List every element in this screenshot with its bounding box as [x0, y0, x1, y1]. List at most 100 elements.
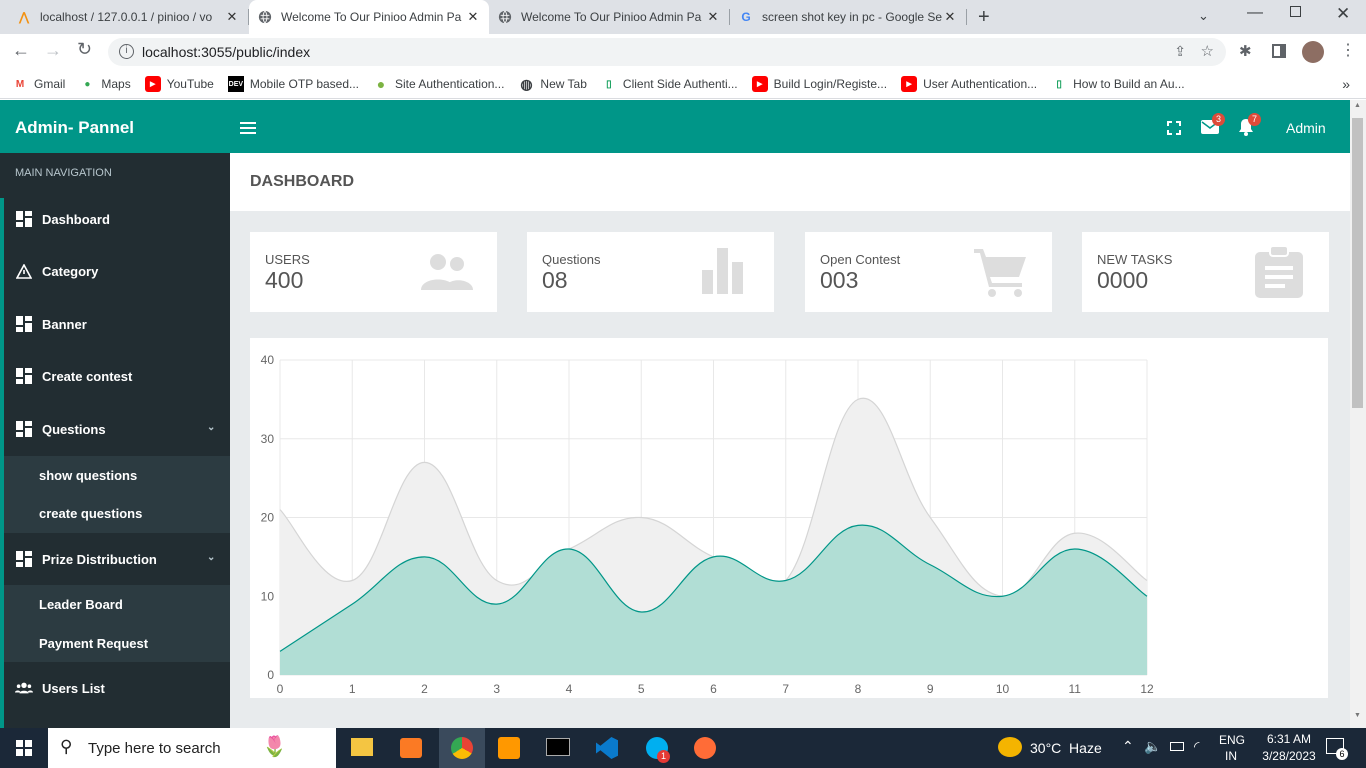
stat-card-open-contest[interactable]: Open Contest 003	[805, 232, 1052, 312]
close-icon[interactable]: ✕	[465, 9, 481, 25]
language-line-1[interactable]: ENG	[1219, 733, 1245, 747]
page-scrollbar[interactable]: ▲ ▼	[1350, 100, 1366, 728]
stat-label: USERS	[265, 252, 310, 267]
xampp-icon[interactable]	[400, 738, 422, 758]
sidebar-item-category[interactable]: Category	[0, 253, 230, 289]
tab-search-icon[interactable]: ⌄	[1198, 8, 1209, 24]
hamburger-icon[interactable]	[240, 122, 256, 134]
wifi-icon[interactable]: ◜	[1194, 738, 1199, 755]
new-tab-button[interactable]: +	[978, 6, 990, 29]
sidebar-subitem-leader-board[interactable]: Leader Board	[0, 586, 230, 622]
sublime-icon[interactable]	[498, 737, 520, 759]
bookmark-dev[interactable]: DEV Mobile OTP based...	[227, 76, 359, 92]
more-bookmarks-button[interactable]: »	[1342, 76, 1350, 92]
bookmark-how-to-build[interactable]: ▯ How to Build an Au...	[1051, 76, 1184, 92]
forward-arrow-icon[interactable]: →	[44, 40, 62, 61]
sidebar-item-label: Category	[42, 263, 99, 279]
profile-avatar[interactable]	[1302, 41, 1324, 63]
chevron-down-icon[interactable]: ⌄	[207, 422, 215, 433]
bookmark-youtube[interactable]: ▶ YouTube	[144, 76, 214, 92]
browser-tab-2[interactable]: Welcome To Our Pinioo Admin Pa ✕	[249, 0, 489, 34]
restore-button[interactable]	[1290, 6, 1301, 17]
bookmark-build-login[interactable]: ▶ Build Login/Registe...	[751, 76, 887, 92]
chevron-down-icon[interactable]: ⌄	[207, 552, 215, 563]
minimize-button[interactable]: —	[1247, 4, 1263, 22]
tray-chevron-icon[interactable]: ⌃	[1122, 738, 1134, 755]
browser-tab-3[interactable]: Welcome To Our Pinioo Admin Pa ✕	[489, 0, 729, 34]
clock-date[interactable]: 3/28/2023	[1254, 749, 1324, 763]
x-tick-label: 10	[996, 682, 1010, 696]
chrome-taskbar-active[interactable]	[439, 728, 485, 768]
close-window-button[interactable]: ✕	[1336, 4, 1350, 24]
back-arrow-icon[interactable]: ←	[12, 40, 30, 61]
sidebar-subitem-create-questions[interactable]: create questions	[0, 495, 230, 531]
volume-icon[interactable]: 🔈	[1144, 738, 1161, 755]
sidebar-item-dashboard[interactable]: Dashboard	[0, 201, 230, 237]
weather-text[interactable]: 30°C Haze	[1030, 740, 1102, 756]
weather-icon	[998, 737, 1022, 757]
bookmark-new-tab[interactable]: ◍ New Tab	[518, 76, 587, 92]
windows-start-icon[interactable]	[16, 740, 32, 761]
bookmark-client-auth[interactable]: ▯ Client Side Authenti...	[601, 76, 738, 92]
info-icon[interactable]: i	[119, 44, 134, 59]
battery-icon[interactable]	[1170, 742, 1184, 751]
terminal-icon[interactable]	[546, 738, 570, 756]
postman-icon[interactable]	[694, 737, 716, 759]
search-icon: ⚲	[60, 737, 73, 756]
clipboard-icon	[1255, 245, 1303, 303]
scrollbar-thumb[interactable]	[1352, 118, 1363, 408]
bookmark-site-auth[interactable]: ● Site Authentication...	[373, 76, 505, 92]
bookmark-label: Gmail	[34, 77, 66, 91]
close-icon[interactable]: ✕	[224, 9, 240, 25]
globe-icon	[257, 9, 273, 25]
side-panel-icon[interactable]	[1272, 44, 1286, 58]
main-content: DASHBOARD USERS 400 Questions 08 Open Co…	[230, 153, 1350, 728]
browser-tab-4[interactable]: G screen shot key in pc - Google Se ✕	[730, 0, 966, 34]
bookmark-gmail[interactable]: M Gmail	[12, 76, 66, 92]
reload-icon[interactable]: ↻	[77, 39, 92, 60]
x-tick-label: 9	[927, 682, 934, 696]
stat-card-users[interactable]: USERS 400	[250, 232, 497, 312]
sidebar-item-prize-distribution[interactable]: Prize Distribuction ⌄	[0, 541, 230, 577]
x-tick-label: 3	[493, 682, 500, 696]
search-placeholder: Type here to search	[88, 740, 221, 757]
clock-time[interactable]: 6:31 AM	[1259, 732, 1319, 746]
stat-value: 0000	[1097, 267, 1149, 293]
y-tick-label: 20	[261, 511, 275, 525]
taskbar-search-box[interactable]: ⚲ Type here to search 🌷	[48, 728, 336, 768]
language-line-2[interactable]: IN	[1225, 749, 1237, 763]
sidebar-item-create-contest[interactable]: Create contest	[0, 358, 230, 394]
bookmark-maps[interactable]: ● Maps	[79, 76, 130, 92]
sidebar-item-label: Banner	[42, 316, 87, 332]
stat-value: 400	[265, 267, 304, 293]
vscode-icon[interactable]	[596, 737, 618, 759]
bookmark-user-auth[interactable]: ▶ User Authentication...	[901, 76, 1037, 92]
stat-card-new-tasks[interactable]: NEW TASKS 0000	[1082, 232, 1329, 312]
sidebar-item-users-list[interactable]: Users List	[0, 670, 230, 706]
url-text: localhost:3055/public/index	[142, 44, 311, 60]
x-tick-label: 4	[566, 682, 573, 696]
tab-title: screen shot key in pc - Google Se	[762, 10, 942, 24]
sidebar-subitem-show-questions[interactable]: show questions	[0, 457, 230, 493]
star-icon[interactable]: ☆	[1201, 42, 1214, 60]
stat-value: 003	[820, 267, 859, 293]
address-bar[interactable]: i localhost:3055/public/index ⇪ ☆	[108, 38, 1226, 66]
sidebar-subitem-payment-request[interactable]: Payment Request	[0, 625, 230, 661]
browser-tab-1[interactable]: ⋀ localhost / 127.0.0.1 / pinioo / vo ✕	[8, 0, 248, 34]
close-icon[interactable]: ✕	[942, 9, 958, 25]
grid-icon	[15, 551, 33, 567]
globe-icon	[497, 9, 513, 25]
user-menu[interactable]: Admin	[1286, 120, 1326, 136]
fullscreen-icon[interactable]	[1167, 121, 1181, 135]
extensions-icon[interactable]: ✱	[1239, 42, 1252, 60]
gmail-icon: M	[15, 78, 25, 90]
share-icon[interactable]: ⇪	[1174, 43, 1186, 60]
bookmark-label: Client Side Authenti...	[622, 77, 738, 91]
menu-icon[interactable]: ⋮	[1340, 40, 1356, 60]
grid-icon	[15, 211, 33, 227]
file-explorer-icon[interactable]	[351, 738, 373, 756]
stat-card-questions[interactable]: Questions 08	[527, 232, 774, 312]
sidebar-item-questions[interactable]: Questions ⌄	[0, 411, 230, 447]
sidebar-item-banner[interactable]: Banner	[0, 306, 230, 342]
close-icon[interactable]: ✕	[705, 9, 721, 25]
